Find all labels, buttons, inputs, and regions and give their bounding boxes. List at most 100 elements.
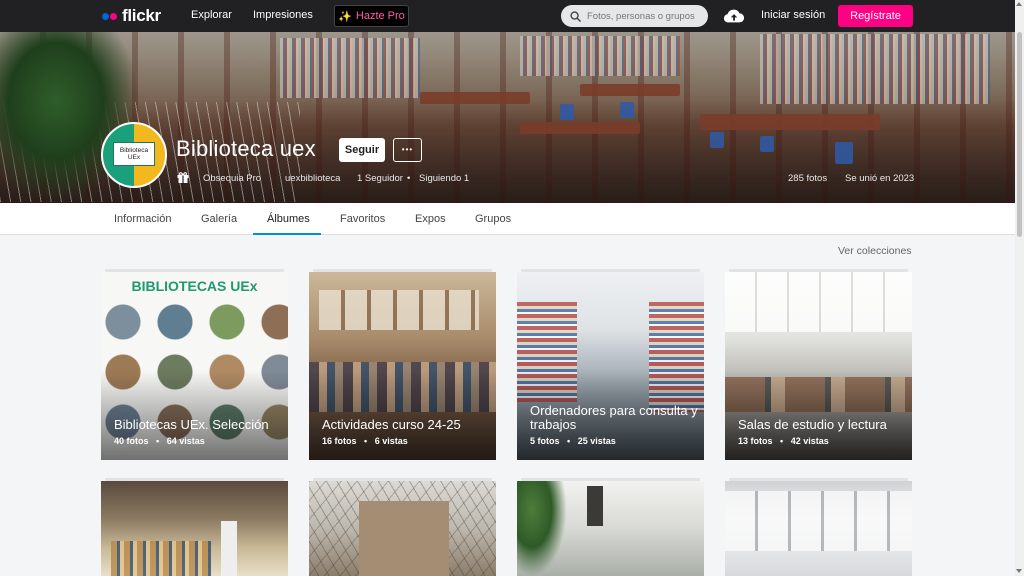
nav-explore[interactable]: Explorar — [191, 9, 232, 21]
album-banner-text: BIBLIOTECAS UEx — [131, 278, 258, 294]
album-card[interactable]: Ordenadores para consulta y trabajos 5 f… — [517, 272, 704, 460]
meta-separator: • — [407, 173, 411, 184]
scrollbar-thumb[interactable] — [1017, 32, 1022, 237]
album-cover — [517, 481, 704, 576]
logo-pink-dot — [110, 12, 117, 20]
album-cover — [101, 481, 288, 576]
avatar[interactable]: Biblioteca UEx — [101, 122, 167, 188]
album-title: Ordenadores para consulta y trabajos — [530, 403, 698, 432]
hero-chair — [760, 136, 774, 152]
profile-name: Biblioteca uex — [176, 136, 316, 161]
tab-favorites[interactable]: Favoritos — [340, 213, 385, 225]
album-view-count: 6 vistas — [374, 436, 408, 446]
album-card[interactable]: Actividades curso 24-25 16 fotos • 6 vis… — [309, 272, 496, 460]
view-collections-link[interactable]: Ver colecciones — [838, 245, 912, 257]
album-card[interactable]: BIBLIOTECAS UEx Bibliotecas UEx. Selecci… — [101, 272, 288, 460]
album-card[interactable] — [309, 481, 496, 576]
flickr-logo[interactable]: flickr — [102, 6, 161, 26]
cover-poster — [587, 486, 603, 526]
signup-button[interactable]: Regístrate — [838, 5, 913, 27]
photo-count: 285 fotos — [788, 173, 828, 184]
sparkle-icon: ✨ — [338, 10, 352, 23]
hero-chair — [620, 102, 634, 118]
album-gradient — [725, 370, 912, 460]
scroll-down-arrow-icon[interactable] — [1016, 569, 1022, 573]
get-pro-button[interactable]: ✨ Hazte Pro — [334, 5, 409, 27]
cover-window — [319, 290, 479, 330]
logo-blue-dot — [102, 12, 109, 20]
album-card[interactable]: Salas de estudio y lectura 13 fotos • 42… — [725, 272, 912, 460]
cover-plants — [517, 481, 567, 576]
hero-chair — [835, 142, 853, 164]
album-photo-count: 13 fotos — [738, 436, 773, 446]
avatar-text-line1: Biblioteca — [119, 147, 149, 154]
cover-building — [359, 501, 449, 576]
avatar-text-line2: UEx — [127, 154, 141, 161]
hero-table — [700, 114, 880, 130]
stats-separator: • — [780, 436, 784, 446]
album-stats: 40 fotos • 64 vistas — [114, 436, 205, 446]
album-photo-count: 40 fotos — [114, 436, 149, 446]
get-pro-label: Hazte Pro — [355, 10, 405, 22]
hero-chair — [560, 104, 574, 120]
login-link[interactable]: Iniciar sesión — [761, 9, 825, 21]
search-box[interactable] — [561, 5, 708, 27]
active-tab-indicator — [253, 233, 321, 235]
album-stats: 16 fotos • 6 vistas — [322, 436, 408, 446]
following-count[interactable]: Siguiendo 1 — [419, 173, 469, 184]
stats-separator: • — [156, 436, 160, 446]
album-stats: 5 fotos • 25 vistas — [530, 436, 616, 446]
hero-table — [420, 92, 530, 104]
album-view-count: 64 vistas — [166, 436, 205, 446]
album-card[interactable] — [725, 481, 912, 576]
album-gradient — [101, 370, 288, 460]
album-photo-count: 5 fotos — [530, 436, 560, 446]
hero-shelf — [520, 36, 680, 76]
profile-tabs: Información Galería Álbumes Favoritos Ex… — [0, 203, 1015, 235]
search-input[interactable] — [587, 10, 697, 22]
gift-pro-link[interactable]: Obsequia Pro — [203, 173, 261, 184]
tab-gallery[interactable]: Galería — [201, 213, 237, 225]
stats-separator: • — [364, 436, 368, 446]
username: uexbiblioteca — [285, 173, 341, 184]
album-card[interactable] — [517, 481, 704, 576]
album-cover — [309, 481, 496, 576]
follow-button[interactable]: Seguir — [339, 138, 385, 162]
followers-count[interactable]: 1 Seguidor — [357, 173, 403, 184]
album-stats: 13 fotos • 42 vistas — [738, 436, 829, 446]
tab-expos[interactable]: Expos — [415, 213, 446, 225]
gift-icon[interactable] — [176, 170, 190, 184]
album-card[interactable] — [101, 481, 288, 576]
cover-ceiling-lights — [725, 491, 912, 551]
more-options-button[interactable]: ••• — [393, 138, 422, 162]
search-icon — [570, 10, 581, 22]
album-gradient — [309, 370, 496, 460]
album-view-count: 42 vistas — [790, 436, 829, 446]
avatar-badge: Biblioteca UEx — [113, 142, 155, 166]
tab-groups[interactable]: Grupos — [475, 213, 511, 225]
cover-ceiling — [725, 272, 912, 332]
nav-prints[interactable]: Impresiones — [253, 9, 313, 21]
album-title: Bibliotecas UEx. Selección — [114, 417, 269, 432]
album-title: Actividades curso 24-25 — [322, 417, 461, 432]
hero-shelf — [280, 38, 420, 98]
album-cover — [725, 481, 912, 576]
joined-date: Se unió en 2023 — [845, 173, 915, 184]
ellipsis-icon: ••• — [401, 145, 414, 154]
hero-shelf — [760, 34, 990, 104]
cover-shelves — [111, 541, 211, 576]
stats-separator: • — [567, 436, 571, 446]
hero-chair — [710, 132, 724, 148]
upload-cloud-icon[interactable] — [723, 7, 745, 25]
album-view-count: 25 vistas — [577, 436, 616, 446]
hero-table — [580, 84, 680, 96]
album-photo-count: 16 fotos — [322, 436, 357, 446]
scroll-up-arrow-icon[interactable] — [1016, 2, 1022, 6]
tab-about[interactable]: Información — [114, 213, 171, 225]
tab-albums[interactable]: Álbumes — [267, 213, 310, 225]
top-navbar: flickr Explorar Impresiones ✨ Hazte Pro … — [0, 0, 1015, 32]
hero-table — [520, 122, 640, 134]
logo-text: flickr — [122, 6, 161, 25]
album-title: Salas de estudio y lectura — [738, 417, 887, 432]
cover-columns — [221, 521, 237, 576]
